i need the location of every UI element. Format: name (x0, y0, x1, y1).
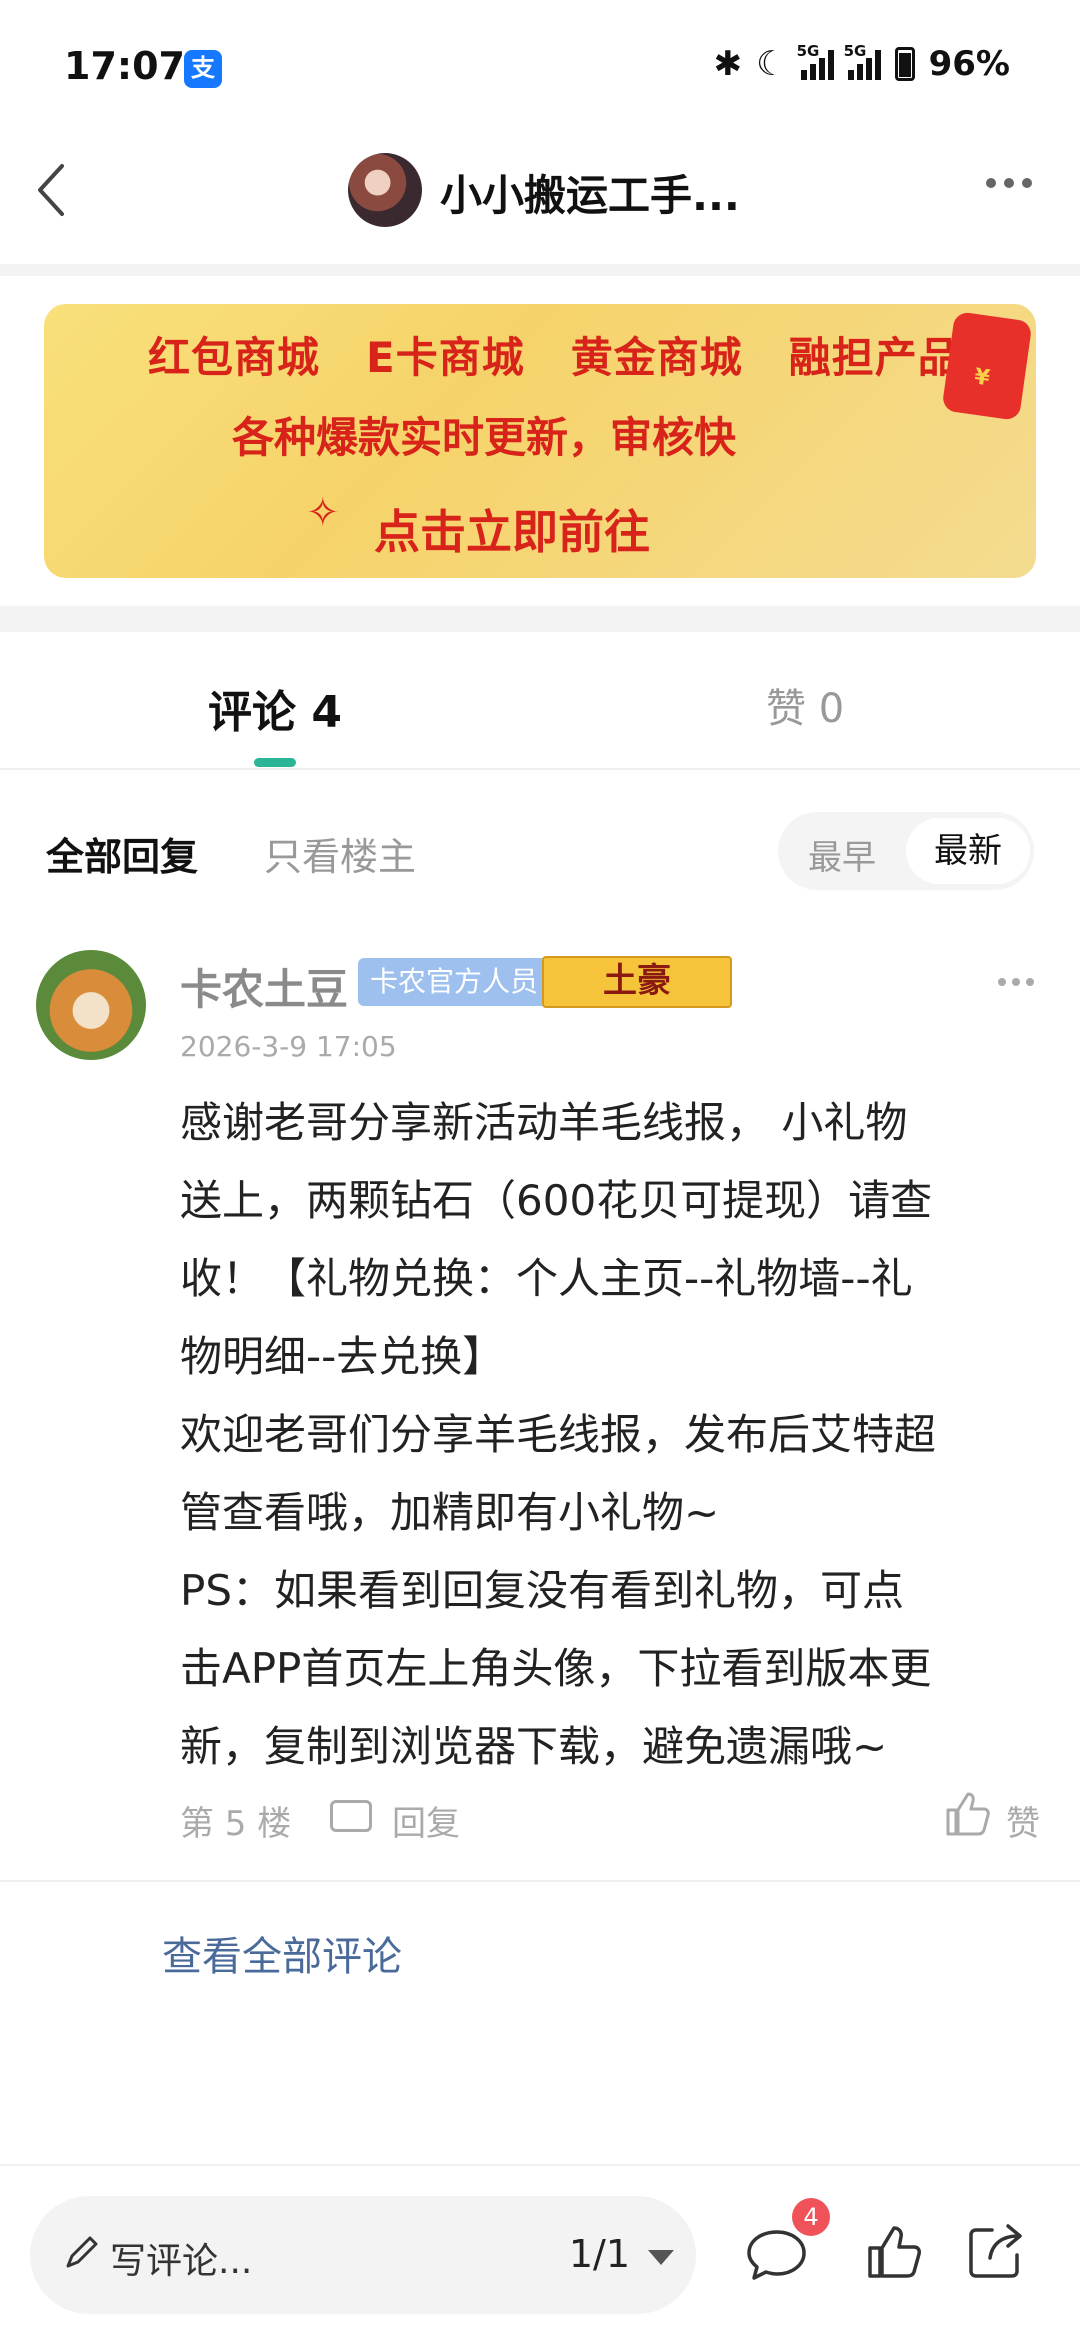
comment-timestamp: 2026-3-9 17:05 (180, 1030, 397, 1063)
battery-percent: 96% (928, 44, 1010, 84)
comment-line: 感谢老哥分享新活动羊毛线报， 小礼物 (180, 1098, 908, 1147)
author-avatar[interactable] (348, 153, 422, 227)
reply-icon[interactable] (330, 1800, 372, 1832)
status-indicators: ✱ ☾ 5G 5G 96% (713, 42, 1010, 84)
bluetooth-icon: ✱ (713, 44, 743, 84)
sort-toggle: 最早 最新 (778, 812, 1034, 890)
thumbs-up-icon[interactable] (944, 1790, 992, 1838)
battery-icon (894, 47, 915, 81)
reply-button[interactable]: 回复 (392, 1796, 460, 1845)
comment-username[interactable]: 卡农土豆 (180, 956, 348, 1017)
page-title[interactable]: 小小搬运工手... (440, 162, 740, 223)
signal-icon: 5G (797, 42, 834, 80)
status-time: 17:07 (64, 44, 185, 88)
tabs-divider (0, 768, 1080, 770)
comment-line: PS：如果看到回复没有看到礼物，可点 (180, 1566, 904, 1615)
comment-line: 管查看哦，加精即有小礼物~ (180, 1488, 720, 1537)
promo-banner[interactable]: 红包商城 E卡商城 黄金商城 融担产品 各种爆款实时更新，审核快 ✧ 点击立即前… (44, 304, 1036, 578)
write-comment-placeholder: 写评论... (110, 2241, 253, 2282)
like-button[interactable]: 赞 (1006, 1796, 1040, 1845)
share-icon[interactable] (966, 2222, 1026, 2282)
pencil-icon (66, 2236, 98, 2268)
comment-more-icon[interactable] (998, 978, 1034, 986)
comment-line: 物明细--去兑换】 (180, 1332, 505, 1381)
signal-icon-2: 5G (844, 42, 881, 80)
comment-avatar[interactable] (36, 950, 146, 1060)
comment-count-badge: 4 (792, 2198, 830, 2236)
do-not-disturb-icon: ☾ (756, 44, 787, 84)
comment-line: 击APP首页左上角头像，下拉看到版本更 (180, 1644, 932, 1693)
active-tab-indicator (254, 758, 296, 767)
comment-bubble-icon[interactable] (746, 2228, 808, 2284)
sparkle-icon: ✧ (306, 490, 340, 536)
red-packet-mascot-icon (941, 311, 1033, 421)
tab-comments[interactable]: 评论 4 (208, 676, 342, 740)
sort-earliest-button[interactable]: 最早 (808, 830, 876, 879)
comment-floor: 第 5 楼 (180, 1804, 292, 1844)
more-options-icon[interactable] (986, 178, 1032, 188)
official-staff-badge: 卡农官方人员 (358, 958, 551, 1006)
like-thumb-icon[interactable] (864, 2222, 924, 2282)
comment-line: 欢迎老哥们分享羊毛线报，发布后艾特超 (180, 1410, 937, 1459)
comment-line: 收！【礼物兑换：个人主页--礼物墙--礼 (180, 1254, 913, 1303)
comment-line: 送上，两颗钻石（600花贝可提现）请查 (180, 1176, 933, 1225)
banner-items: 红包商城 E卡商城 黄金商城 融担产品 (148, 324, 961, 385)
banner-item-ecard-mall: E卡商城 (366, 333, 525, 382)
tab-likes[interactable]: 赞 0 (766, 676, 844, 734)
sort-latest-button[interactable]: 最新 (906, 818, 1030, 884)
back-arrow-icon[interactable] (32, 160, 72, 220)
rich-level-badge: 土豪 (542, 956, 732, 1008)
banner-subtitle: 各种爆款实时更新，审核快 (232, 413, 737, 462)
alipay-notification-icon: 支 (184, 50, 222, 88)
banner-item-finance-product: 融担产品 (788, 333, 961, 382)
section-divider (0, 606, 1080, 632)
filter-op-only[interactable]: 只看楼主 (264, 826, 416, 881)
bottom-bar-border (0, 2164, 1080, 2166)
filter-all-replies[interactable]: 全部回复 (46, 826, 198, 881)
comment-line: 新，复制到浏览器下载，避免遗漏哦~ (180, 1722, 888, 1771)
write-comment-input[interactable]: 写评论... 1/1 (30, 2196, 696, 2314)
comment-divider (0, 1880, 1080, 1882)
banner-item-gold-mall: 黄金商城 (570, 333, 743, 382)
banner-cta[interactable]: 点击立即前往 (374, 496, 650, 562)
page-dropdown-icon[interactable] (648, 2250, 674, 2265)
view-all-comments-link[interactable]: 查看全部评论 (162, 1924, 402, 1982)
banner-item-red-packet-mall: 红包商城 (148, 333, 321, 382)
page-indicator[interactable]: 1/1 (569, 2232, 630, 2276)
comment-body: 感谢老哥分享新活动羊毛线报， 小礼物 送上，两颗钻石（600花贝可提现）请查 收… (180, 1084, 1050, 1786)
section-divider (0, 264, 1080, 276)
